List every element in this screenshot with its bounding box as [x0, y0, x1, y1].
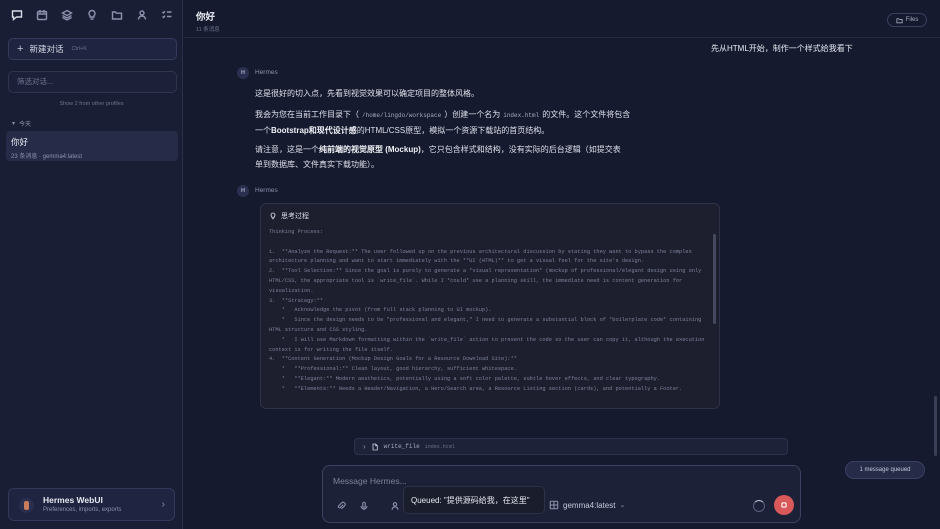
conversation-title: 你好 — [11, 137, 29, 147]
chat-icon[interactable] — [10, 8, 24, 22]
layers-icon[interactable] — [60, 8, 74, 22]
queued-toast: Queued: "提供源码给我，在这里" — [403, 486, 545, 514]
chevron-down-icon: ▾ — [12, 121, 16, 127]
hermes-logo-icon — [19, 498, 34, 513]
composer: Message Hermes... gemma4:latest ⌄ — [322, 465, 801, 523]
chat-header: 你好 11 条消息 Files — [184, 0, 940, 38]
text: 单到数据库、文件真实下载功能）。 — [255, 160, 379, 169]
tool-name: write_file — [383, 443, 420, 450]
folder-icon — [896, 17, 903, 23]
text: 一个 — [255, 126, 271, 135]
lightbulb-icon[interactable] — [85, 8, 99, 22]
brand-subtitle: Preferences, imports, exports — [43, 507, 122, 513]
assistant-name: Hermes — [255, 187, 278, 194]
text: 我会为您在当前工作目录下（ — [255, 110, 359, 119]
calendar-icon[interactable] — [35, 8, 49, 22]
files-button[interactable]: Files — [887, 13, 927, 27]
thinking-scrollbar[interactable] — [713, 234, 716, 324]
chevron-right-icon: › — [161, 499, 165, 510]
stop-button[interactable] — [774, 495, 794, 515]
thinking-title: 思考过程 — [281, 213, 309, 220]
message-input[interactable]: Message Hermes... — [333, 476, 407, 486]
checklist-icon[interactable] — [160, 8, 174, 22]
new-chat-button[interactable]: + 新建对话 Ctrl+K — [8, 38, 177, 60]
chevron-right-icon: › — [363, 442, 366, 451]
other-profiles-link[interactable]: Show 2 from other profiles — [0, 101, 183, 107]
user-icon[interactable] — [135, 8, 149, 22]
user-icon[interactable] — [389, 500, 401, 512]
text: 的文件。这个文件将包含 — [542, 110, 631, 119]
tool-call-card[interactable]: › write_file index.html — [354, 438, 788, 455]
page-title: 你好 — [196, 12, 216, 23]
file-icon — [372, 443, 378, 450]
assistant-paragraph: 这是很好的切入点，先看到视觉效果可以确定项目的整体风格。 — [255, 89, 479, 98]
user-message: 先从HTML开始，制作一个样式给我看下 — [711, 44, 853, 53]
microphone-icon[interactable] — [358, 500, 370, 512]
assistant-paragraph: 我会为您在当前工作目录下（/home/lingdo/workspace ）创建一个… — [255, 107, 665, 138]
attach-icon[interactable] — [335, 500, 347, 512]
assistant-name: Hermes — [255, 69, 278, 76]
folder-icon[interactable] — [110, 8, 124, 22]
files-label: Files — [905, 17, 919, 23]
chevron-down-icon: ⌄ — [619, 502, 626, 509]
thinking-text: Thinking Process: 1. **Analyze the Reque… — [269, 229, 705, 392]
thinking-panel[interactable]: 思考过程 Thinking Process: 1. **Analyze the … — [260, 203, 720, 409]
chat-scrollbar[interactable] — [934, 396, 937, 456]
bold-text: Bootstrap和现代设计感 — [271, 126, 357, 135]
stop-icon — [781, 502, 787, 508]
text: ）创建一个名为 — [444, 110, 501, 119]
sidebar-icon-bar — [0, 0, 183, 30]
filter-conversations-input[interactable]: 筛选对话... — [8, 71, 177, 93]
text: 的HTML/CSS原型，模拟一个资源下载站的首页结构。 — [356, 126, 550, 135]
inline-code: /home/lingdo/workspace — [362, 112, 442, 119]
tool-path: index.html — [424, 443, 455, 450]
thinking-header[interactable]: 思考过程 — [269, 211, 309, 221]
model-selector[interactable]: gemma4:latest ⌄ — [549, 500, 625, 510]
conversation-meta: 23 条消息 · gemma4:latest — [11, 154, 83, 160]
group-label: 今天 — [19, 122, 32, 128]
sidebar: + 新建对话 Ctrl+K 筛选对话... Show 2 from other … — [0, 0, 183, 529]
settings-card[interactable]: Hermes WebUI Preferences, imports, expor… — [8, 488, 175, 521]
text: 请注意，这是一个 — [255, 145, 319, 154]
model-name: gemma4:latest — [563, 500, 616, 510]
bold-text: 纯前端的视觉原型 (Mockup) — [319, 145, 421, 154]
message-count: 11 条消息 — [196, 27, 220, 33]
lightbulb-icon — [270, 212, 276, 220]
avatar: H — [237, 67, 249, 79]
conversation-item[interactable]: 你好 23 条消息 · gemma4:latest — [6, 131, 178, 161]
brand-name: Hermes WebUI — [43, 495, 103, 505]
grid-icon — [549, 500, 559, 510]
text: ，它只包含样式和结构，没有实际的后台逻辑（如提交表 — [420, 145, 621, 154]
new-chat-label: 新建对话 — [29, 44, 64, 54]
plus-icon: + — [17, 43, 24, 55]
new-chat-shortcut: Ctrl+K — [71, 46, 87, 52]
queued-messages-badge[interactable]: 1 message queued — [845, 461, 925, 479]
loading-spinner-icon — [753, 500, 765, 512]
assistant-paragraph: 请注意，这是一个纯前端的视觉原型 (Mockup)，它只包含样式和结构，没有实际… — [255, 142, 665, 172]
inline-code: index.html — [503, 112, 540, 119]
avatar: H — [237, 185, 249, 197]
conversation-group-header[interactable]: ▾ 今天 — [12, 119, 31, 128]
